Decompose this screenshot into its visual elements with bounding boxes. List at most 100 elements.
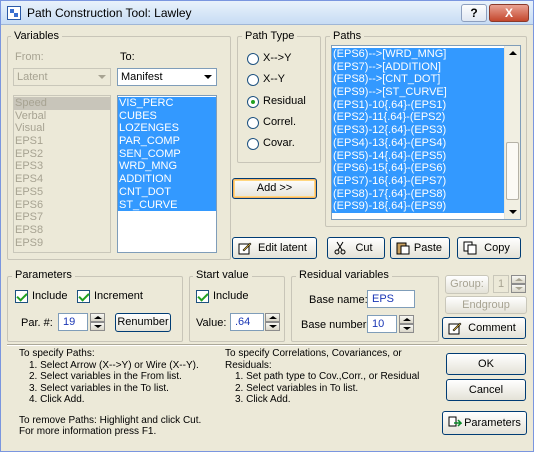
app-icon bbox=[7, 6, 21, 20]
chevron-down-icon bbox=[94, 70, 109, 84]
list-item[interactable]: (EPS1)-10{.64}-(EPS1) bbox=[332, 98, 504, 112]
start-value-group bbox=[189, 276, 285, 342]
spin-down-icon[interactable] bbox=[90, 322, 105, 331]
paths-scrollbar[interactable] bbox=[504, 46, 520, 219]
parameters-include-label: Include bbox=[32, 290, 68, 302]
spin-up-icon[interactable] bbox=[90, 313, 105, 322]
path-construction-dialog: Path Construction Tool: Lawley ? X Varia… bbox=[0, 0, 534, 452]
list-item[interactable]: (EPS2)-11{.64}-(EPS2) bbox=[332, 111, 504, 125]
list-item: EPS6 bbox=[15, 198, 44, 211]
help-more-text: For more information press F1. bbox=[19, 426, 157, 437]
edit-latent-label: Edit latent bbox=[258, 242, 307, 254]
list-item[interactable]: SEN_COMP bbox=[118, 147, 216, 161]
help-corr-title2: Residuals: bbox=[225, 359, 272, 371]
help-paths-step: 2. Select variables in the From list. bbox=[29, 371, 182, 382]
ok-button[interactable]: OK bbox=[446, 353, 526, 375]
base-name-input[interactable]: EPS bbox=[367, 290, 415, 308]
help-button[interactable]: ? bbox=[461, 4, 487, 22]
list-item: EPS9 bbox=[15, 236, 44, 249]
parameters-button[interactable]: Parameters bbox=[442, 411, 527, 435]
spin-up-icon[interactable] bbox=[399, 315, 414, 324]
radio-icon bbox=[247, 138, 259, 150]
list-item[interactable]: CUBES bbox=[118, 109, 216, 123]
base-number-spinner[interactable] bbox=[399, 315, 414, 333]
help-paths-text: To specify Paths: 1. Select Arrow (X-->Y… bbox=[19, 348, 201, 438]
spin-down-icon[interactable] bbox=[265, 322, 280, 331]
group-spinner bbox=[511, 275, 526, 293]
help-correlations-text: To specify Correlations, Covariances, or… bbox=[225, 348, 419, 406]
par-number-label: Par. #: bbox=[21, 317, 53, 329]
list-item[interactable]: (EPS6)-15{.64}-(EPS6) bbox=[332, 162, 504, 175]
edit-latent-button[interactable]: Edit latent bbox=[232, 237, 317, 259]
radio-icon bbox=[247, 74, 259, 86]
list-item: EPS3 bbox=[15, 160, 44, 173]
radio-icon bbox=[247, 53, 259, 65]
list-item: EPS4 bbox=[15, 173, 44, 186]
list-item[interactable]: (EPS3)-12{.64}-(EPS3) bbox=[332, 124, 504, 137]
add-button[interactable]: Add >> bbox=[232, 178, 317, 199]
start-value-spinner[interactable] bbox=[265, 313, 280, 331]
scroll-down-icon[interactable] bbox=[505, 204, 520, 219]
list-item: EPS7 bbox=[15, 211, 44, 224]
cut-button[interactable]: Cut bbox=[327, 237, 385, 259]
list-item[interactable]: WRD_MNG bbox=[118, 160, 216, 174]
radio-icon bbox=[247, 96, 259, 108]
list-item[interactable]: (EPS7)-->[ADDITION] bbox=[332, 60, 504, 74]
help-paths-step: 4. Click Add. bbox=[29, 394, 85, 405]
list-item[interactable]: PAR_COMP bbox=[118, 135, 216, 148]
add-button-label: Add >> bbox=[256, 182, 293, 194]
list-item[interactable]: VIS_PERC bbox=[118, 97, 216, 110]
list-item: EPS8 bbox=[15, 223, 44, 236]
window-title: Path Construction Tool: Lawley bbox=[27, 6, 192, 20]
scroll-up-icon[interactable] bbox=[505, 46, 520, 61]
divider bbox=[7, 344, 527, 346]
list-item[interactable]: (EPS9)-->[ST_CURVE] bbox=[332, 86, 504, 99]
list-item[interactable]: (EPS9)-18{.64}-(EPS9) bbox=[332, 200, 504, 213]
paths-list[interactable]: (EPS6)-->[WRD_MNG] (EPS7)-->[ADDITION] (EP… bbox=[331, 45, 521, 220]
comment-button[interactable]: Comment bbox=[442, 317, 526, 339]
parameters-label: Parameters bbox=[464, 417, 521, 429]
base-number-input[interactable]: 10 bbox=[367, 315, 397, 333]
list-item[interactable]: ADDITION bbox=[118, 173, 216, 186]
increment-label: Increment bbox=[94, 290, 143, 302]
spin-up-icon[interactable] bbox=[265, 313, 280, 322]
copy-button[interactable]: Copy bbox=[457, 237, 521, 259]
chevron-down-icon[interactable] bbox=[200, 70, 215, 84]
list-item[interactable]: (EPS8)-17{.64}-(EPS8) bbox=[332, 187, 504, 201]
start-value-input[interactable]: .64 bbox=[230, 313, 264, 331]
list-item[interactable]: (EPS7)-16{.64}-(EPS7) bbox=[332, 174, 504, 188]
list-item[interactable]: (EPS8)-->[CNT_DOT] bbox=[332, 73, 504, 87]
spin-down-icon[interactable] bbox=[399, 324, 414, 333]
list-item: Verbal bbox=[15, 109, 47, 122]
spin-up-icon bbox=[511, 275, 526, 284]
title-bar: Path Construction Tool: Lawley ? X bbox=[1, 1, 533, 25]
to-select-value: Manifest bbox=[121, 71, 163, 83]
from-select-value: Latent bbox=[17, 71, 48, 83]
to-list[interactable]: VIS_PERC CUBES LOZENGES PAR_COMP SEN_COMP WRD… bbox=[117, 95, 217, 253]
help-remove-text: To remove Paths: Highlight and click Cut… bbox=[19, 414, 202, 426]
variables-group-title: Variables bbox=[11, 30, 63, 42]
list-item[interactable]: (EPS6)-->[WRD_MNG] bbox=[332, 48, 504, 61]
path-type-label: X-->Y bbox=[263, 52, 292, 64]
list-item: EPS2 bbox=[15, 147, 44, 160]
par-number-input[interactable]: 19 bbox=[58, 313, 88, 331]
start-value-title: Start value bbox=[193, 269, 252, 281]
renumber-button[interactable]: Renumber bbox=[115, 313, 171, 332]
paste-button[interactable]: Paste bbox=[390, 237, 450, 259]
par-number-spinner[interactable] bbox=[90, 313, 105, 331]
to-select[interactable]: Manifest bbox=[117, 68, 217, 86]
list-item[interactable]: LOZENGES bbox=[118, 122, 216, 136]
list-item[interactable]: (EPS5)-14{.64}-(EPS5) bbox=[332, 149, 504, 163]
cancel-button[interactable]: Cancel bbox=[446, 379, 526, 401]
comment-label: Comment bbox=[468, 322, 516, 334]
list-item: Speed bbox=[14, 97, 110, 110]
path-type-label: Covar. bbox=[263, 137, 295, 149]
list-item[interactable]: CNT_DOT bbox=[118, 185, 216, 199]
close-button[interactable]: X bbox=[489, 4, 529, 22]
list-item[interactable]: ST_CURVE bbox=[118, 198, 216, 212]
to-label: To: bbox=[120, 51, 135, 63]
scroll-thumb[interactable] bbox=[506, 142, 519, 200]
list-item[interactable]: (EPS4)-13{.64}-(EPS4) bbox=[332, 136, 504, 150]
from-list: Speed Verbal Visual EPS1 EPS2 EPS3 EPS4 EPS5 EPS… bbox=[13, 95, 111, 253]
residual-title: Residual variables bbox=[296, 269, 392, 281]
